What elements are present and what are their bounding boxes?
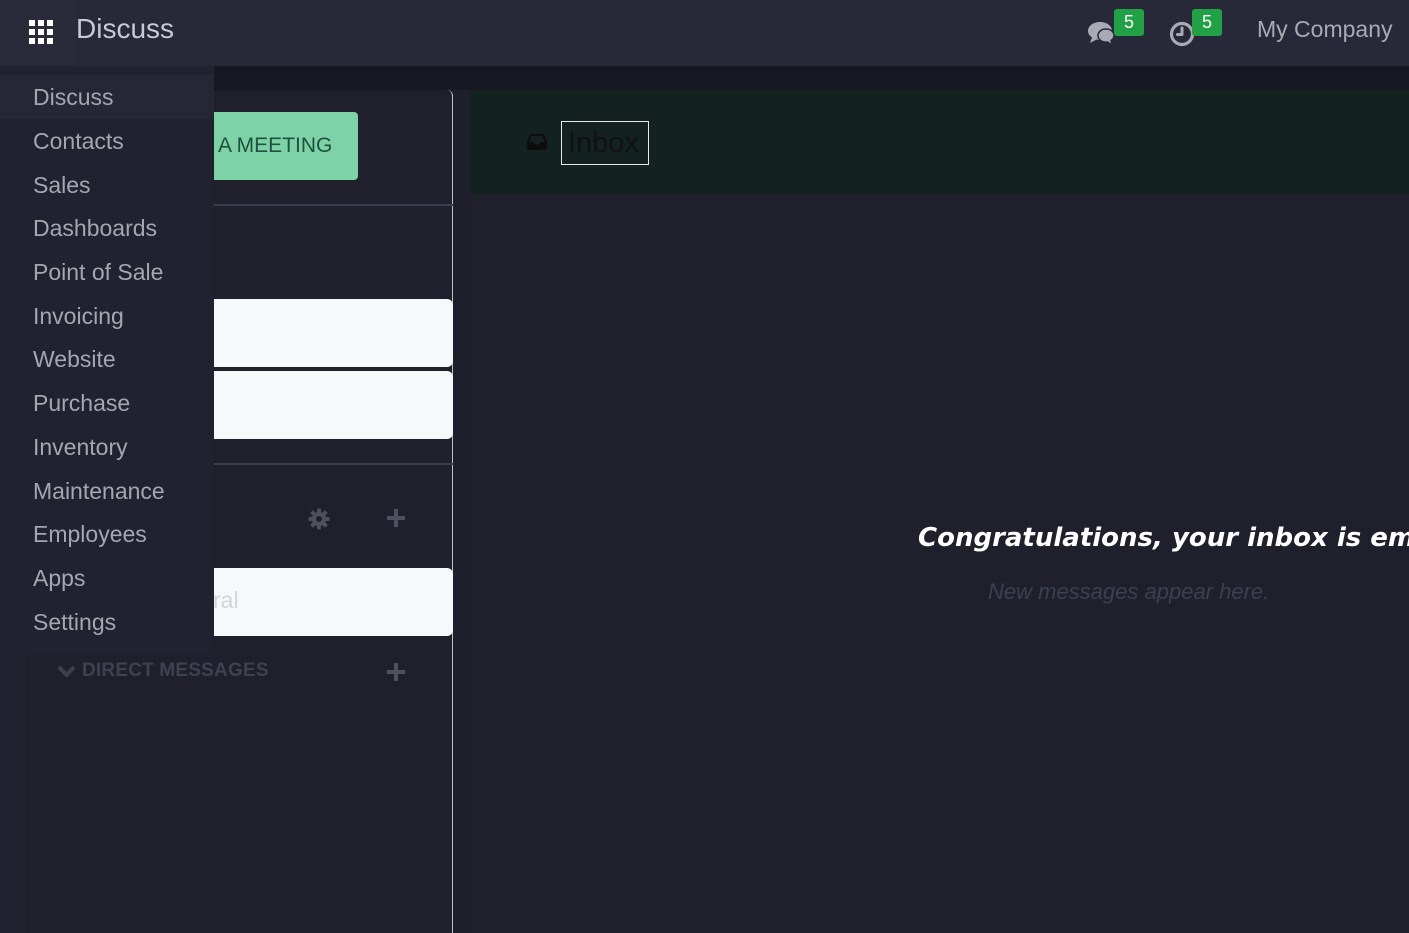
channel-name-partial: ral (213, 587, 239, 613)
top-navbar: Discuss 5 5 My Company (0, 0, 1409, 66)
app-menu-item-dashboards[interactable]: Dashboards (0, 206, 214, 250)
sidebar-divider (196, 204, 453, 206)
app-menu-item-point-of-sale[interactable]: Point of Sale (0, 250, 214, 294)
app-menu-item-purchase[interactable]: Purchase (0, 381, 214, 425)
add-channel-plus-icon[interactable] (386, 508, 406, 528)
sidebar-divider (196, 463, 453, 465)
app-menu-item-inventory[interactable]: Inventory (0, 425, 214, 469)
app-menu-item-sales[interactable]: Sales (0, 163, 214, 207)
app-menu-item-maintenance[interactable]: Maintenance (0, 469, 214, 513)
thread-title[interactable]: Inbox (561, 121, 649, 165)
activities-badge[interactable]: 5 (1192, 9, 1222, 36)
app-menu-item-employees[interactable]: Employees (0, 512, 214, 556)
direct-messages-label: DIRECT MESSAGES (82, 660, 269, 681)
apps-dropdown-menu: Discuss Contacts Sales Dashboards Point … (0, 66, 214, 654)
sidebar-item-starred[interactable] (196, 371, 453, 439)
inbox-tray-icon (527, 134, 547, 150)
messages-badge[interactable]: 5 (1114, 9, 1144, 36)
app-menu-item-invoicing[interactable]: Invoicing (0, 294, 214, 338)
apps-menu-toggle[interactable] (0, 0, 76, 66)
app-menu-item-apps[interactable]: Apps (0, 556, 214, 600)
app-title[interactable]: Discuss (76, 13, 174, 45)
app-menu-item-website[interactable]: Website (0, 337, 214, 381)
channels-settings-gear-icon[interactable] (308, 508, 330, 530)
chat-bubbles-icon[interactable] (1086, 18, 1116, 48)
add-direct-message-plus-icon[interactable] (386, 662, 406, 682)
sidebar-item-inbox[interactable] (196, 299, 453, 367)
apps-grid-icon (29, 20, 53, 44)
empty-inbox-subtitle: New messages appear here. (988, 579, 1270, 604)
start-meeting-button[interactable]: A MEETING (196, 112, 358, 180)
direct-messages-header[interactable]: DIRECT MESSAGES (57, 657, 269, 685)
app-menu-item-discuss[interactable]: Discuss (0, 75, 214, 119)
company-switcher[interactable]: My Company (1257, 16, 1392, 43)
chevron-down-icon (57, 662, 75, 680)
empty-inbox-title: Congratulations, your inbox is empty (918, 523, 1409, 553)
app-menu-item-contacts[interactable]: Contacts (0, 119, 214, 163)
main-thread-area (470, 90, 1409, 933)
app-menu-item-settings[interactable]: Settings (0, 600, 214, 644)
